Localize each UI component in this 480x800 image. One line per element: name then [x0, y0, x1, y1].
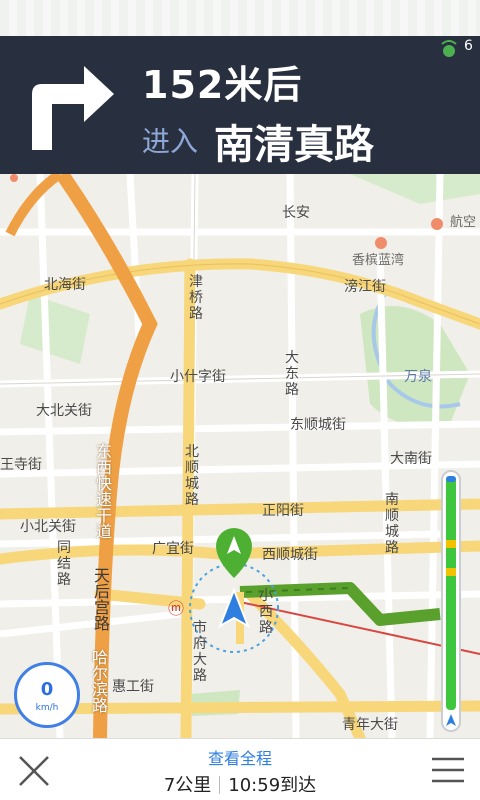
trip-summary: 7公里 10:59到达: [0, 771, 480, 797]
poi-icon: [375, 237, 387, 249]
map-label-xishunchengjie: 西顺城街: [262, 547, 318, 563]
map-label-xiaoxilu: 小西路: [259, 588, 273, 636]
turn-right-icon: [32, 66, 114, 150]
map-label-xiangbin: 香槟蓝湾: [352, 253, 405, 268]
expressway-ramp: [5, 174, 63, 237]
gps-signal: 6: [438, 38, 478, 60]
map-label-changan: 长安: [282, 205, 310, 221]
map-label-dabeiguanjie: 大北关街: [36, 403, 92, 419]
speed-value: 0: [40, 679, 54, 700]
poi-icon: [431, 218, 443, 230]
map-view[interactable]: ⓜ 长安 航空 香槟蓝湾 北海街 滂江街 津桥路 小什字街 大东路 万泉 东顺城…: [0, 174, 480, 738]
view-full-route-link[interactable]: 查看全程: [0, 745, 480, 769]
subway-icon: ⓜ: [168, 599, 184, 618]
map-label-dadongjie: 大南街: [390, 451, 432, 467]
speedometer: 0 km/h: [14, 662, 80, 728]
map-label-wangsijie: 王寺街: [0, 457, 42, 473]
map-label-jinqiaolu: 津桥路: [189, 274, 203, 322]
park-area: [20, 294, 90, 364]
map-label-beishunchenglu: 北顺城路: [185, 444, 199, 508]
map-label-dadonglu: 大东路: [285, 350, 299, 398]
map-label-dongshunchengjie: 东顺城街: [290, 417, 346, 433]
vehicle-marker-icon: [443, 712, 459, 728]
map-label-huigongjie: 惠工街: [112, 679, 154, 695]
guidance-panel: 152米后 进入 南清真路 6: [0, 36, 480, 174]
map-label-zhengyangjie: 正阳街: [262, 503, 304, 519]
bottom-bar: 查看全程 7公里 10:59到达: [0, 738, 480, 800]
enter-label: 进入: [142, 125, 199, 158]
speed-unit: km/h: [35, 703, 59, 713]
remaining-distance: 7公里: [163, 775, 212, 796]
traffic-progress-bar: [441, 470, 461, 732]
status-bar: [0, 0, 480, 36]
map-label-tongbaijie: 同结路: [57, 540, 71, 588]
satellite-icon: [441, 40, 457, 57]
gps-satellite-count: 6: [464, 38, 473, 54]
arrival-time: 10:59到达: [228, 775, 317, 796]
map-label-tianhoulu: 天后宫路: [94, 566, 111, 633]
park-area: [350, 174, 480, 204]
next-road-name: 南清真路: [214, 122, 374, 168]
map-label-beihaijie: 北海街: [44, 277, 86, 293]
start-pin-icon: [216, 528, 252, 578]
turn-distance: 152米后: [142, 63, 303, 107]
map-label-haerbinlu: 哈尔滨路: [92, 648, 109, 715]
map-label-pangjiangjie: 滂江街: [344, 279, 386, 295]
map-label-xiaobeiguanjie: 小北关街: [20, 519, 76, 535]
map-label-xiaoshizijie: 小什字街: [170, 369, 226, 385]
map-label-wanquan: 万泉: [404, 369, 432, 385]
map-label-nanshunchenglu: 南顺城路: [385, 492, 399, 556]
map-label-hangkong: 航空: [450, 215, 477, 230]
map-label-shifudalu: 市府大路: [193, 620, 207, 684]
map-label-guangyijie: 广宜街: [152, 541, 194, 557]
poi-icon: [10, 174, 18, 182]
map-label-expressway: 东西快速干道: [96, 442, 113, 541]
park-area: [360, 306, 470, 427]
map-label-qingniandajie: 青年大街: [342, 717, 398, 733]
menu-button[interactable]: [430, 753, 466, 787]
